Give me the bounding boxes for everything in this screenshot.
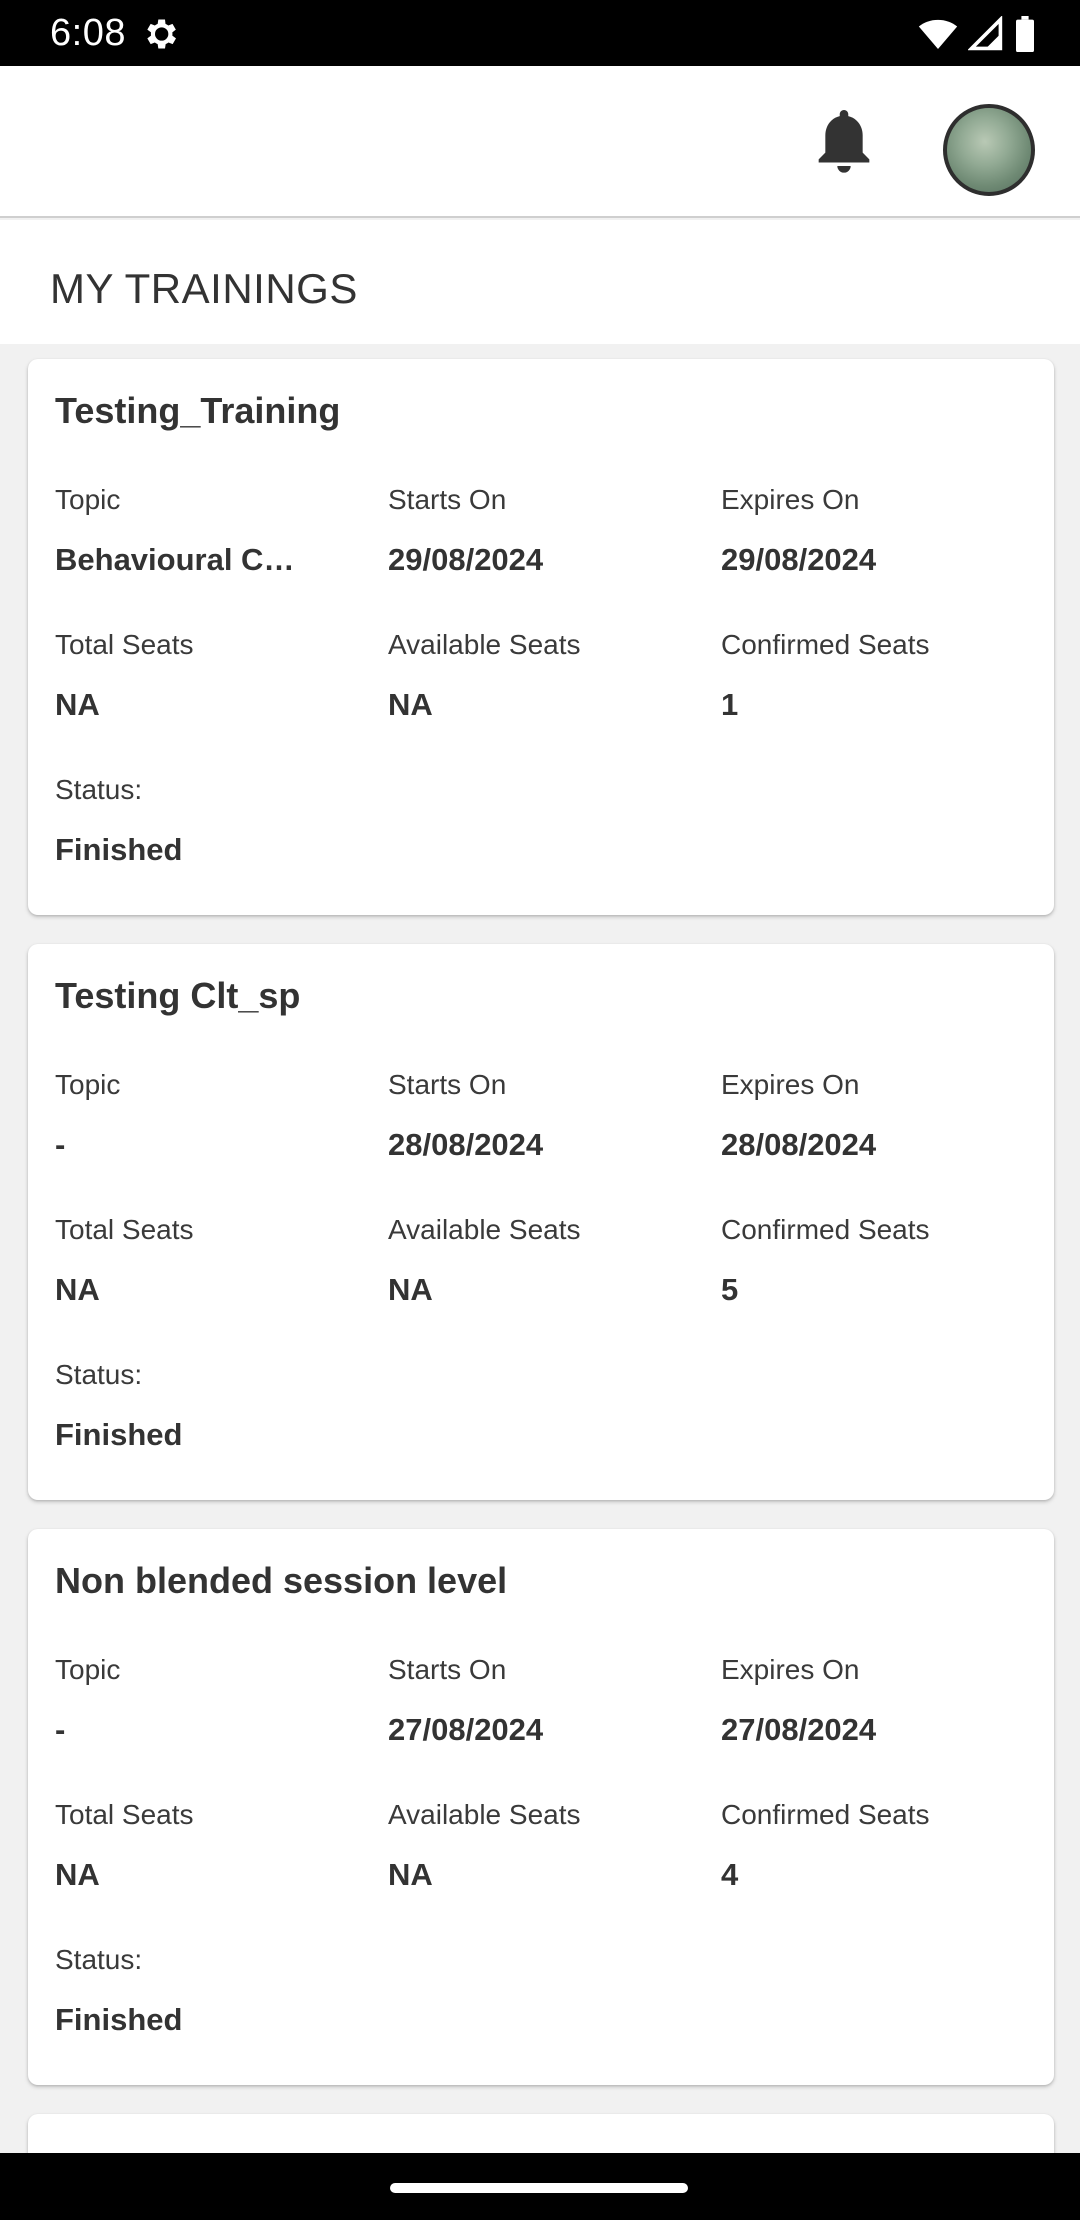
- confirmed-seats-label: Confirmed Seats: [721, 629, 930, 660]
- total-seats-value: NA: [55, 687, 100, 722]
- confirmed-seats-label: Confirmed Seats: [721, 1799, 930, 1830]
- available-seats-label: Available Seats: [388, 629, 581, 660]
- status-field: Status: Finished: [55, 1943, 315, 2039]
- status-field: Status: Finished: [55, 773, 315, 869]
- total-seats-label: Total Seats: [55, 1799, 194, 1830]
- starts-on-value: 27/08/2024: [388, 1712, 544, 1747]
- starts-on-label: Starts On: [388, 1069, 507, 1100]
- training-list: Testing_Training Topic Behavioural Co… S…: [28, 359, 1054, 2203]
- expires-on-value: 28/08/2024: [721, 1127, 877, 1162]
- total-seats-field: Total Seats NA: [55, 1798, 315, 1894]
- training-card[interactable]: Testing Clt_sp Topic - Starts On 28/08/2…: [28, 944, 1054, 1500]
- expires-on-label: Expires On: [721, 484, 860, 515]
- status-icons: [918, 14, 1036, 54]
- topic-label: Topic: [55, 1654, 121, 1685]
- available-seats-value: NA: [388, 1272, 433, 1307]
- starts-on-field: Starts On 28/08/2024: [388, 1068, 648, 1164]
- available-seats-value: NA: [388, 687, 433, 722]
- home-gesture-handle[interactable]: [390, 2183, 688, 2193]
- training-title: Non blended session level: [55, 1560, 508, 1601]
- topic-label: Topic: [55, 484, 121, 515]
- training-title: Testing_Training: [55, 390, 341, 431]
- navigation-bar: [0, 2153, 1080, 2220]
- total-seats-value: NA: [55, 1857, 100, 1892]
- starts-on-label: Starts On: [388, 484, 507, 515]
- confirmed-seats-field: Confirmed Seats 1: [721, 628, 981, 724]
- total-seats-field: Total Seats NA: [55, 1213, 315, 1309]
- avatar[interactable]: [943, 104, 1035, 196]
- status-value: Finished: [55, 832, 183, 867]
- expires-on-value: 29/08/2024: [721, 542, 877, 577]
- total-seats-field: Total Seats NA: [55, 628, 315, 724]
- expires-on-field: Expires On 28/08/2024: [721, 1068, 981, 1164]
- topic-value: -: [55, 1127, 66, 1162]
- expires-on-label: Expires On: [721, 1654, 860, 1685]
- available-seats-label: Available Seats: [388, 1799, 581, 1830]
- expires-on-field: Expires On 27/08/2024: [721, 1653, 981, 1749]
- confirmed-seats-value: 5: [721, 1272, 739, 1307]
- training-card[interactable]: Non blended session level Topic - Starts…: [28, 1529, 1054, 2085]
- bell-icon[interactable]: [812, 106, 876, 178]
- starts-on-field: Starts On 29/08/2024: [388, 483, 648, 579]
- topic-field: Topic -: [55, 1068, 315, 1164]
- training-title: Testing Clt_sp: [55, 975, 301, 1016]
- signal-icon: [968, 16, 1003, 51]
- battery-icon: [1016, 16, 1034, 52]
- starts-on-field: Starts On 27/08/2024: [388, 1653, 648, 1749]
- title-bar: MY TRAININGS: [0, 220, 1080, 344]
- topic-value: Behavioural Co…: [55, 542, 305, 577]
- topic-label: Topic: [55, 1069, 121, 1100]
- app-header: [0, 66, 1080, 218]
- status-label: Status:: [55, 774, 143, 805]
- status-time: 6:08: [50, 12, 126, 54]
- total-seats-value: NA: [55, 1272, 100, 1307]
- total-seats-label: Total Seats: [55, 629, 194, 660]
- topic-field: Topic -: [55, 1653, 315, 1749]
- status-label: Status:: [55, 1944, 143, 1975]
- starts-on-value: 29/08/2024: [388, 542, 544, 577]
- confirmed-seats-field: Confirmed Seats 4: [721, 1798, 981, 1894]
- topic-value: -: [55, 1712, 66, 1747]
- status-value: Finished: [55, 1417, 183, 1452]
- available-seats-label: Available Seats: [388, 1214, 581, 1245]
- status-bar: 6:08: [0, 0, 1080, 66]
- starts-on-label: Starts On: [388, 1654, 507, 1685]
- expires-on-label: Expires On: [721, 1069, 860, 1100]
- settings-gear-icon: [147, 19, 176, 49]
- available-seats-field: Available Seats NA: [388, 628, 648, 724]
- confirmed-seats-value: 1: [721, 687, 739, 722]
- wifi-icon: [918, 19, 958, 49]
- confirmed-seats-label: Confirmed Seats: [721, 1214, 930, 1245]
- starts-on-value: 28/08/2024: [388, 1127, 544, 1162]
- topic-field: Topic Behavioural Co…: [55, 483, 315, 579]
- total-seats-label: Total Seats: [55, 1214, 194, 1245]
- status-field: Status: Finished: [55, 1358, 315, 1454]
- page-title: MY TRAININGS: [50, 265, 358, 312]
- status-label: Status:: [55, 1359, 143, 1390]
- expires-on-field: Expires On 29/08/2024: [721, 483, 981, 579]
- available-seats-field: Available Seats NA: [388, 1213, 648, 1309]
- confirmed-seats-field: Confirmed Seats 5: [721, 1213, 981, 1309]
- status-value: Finished: [55, 2002, 183, 2037]
- training-card[interactable]: Testing_Training Topic Behavioural Co… S…: [28, 359, 1054, 915]
- expires-on-value: 27/08/2024: [721, 1712, 877, 1747]
- available-seats-value: NA: [388, 1857, 433, 1892]
- confirmed-seats-value: 4: [721, 1857, 739, 1892]
- available-seats-field: Available Seats NA: [388, 1798, 648, 1894]
